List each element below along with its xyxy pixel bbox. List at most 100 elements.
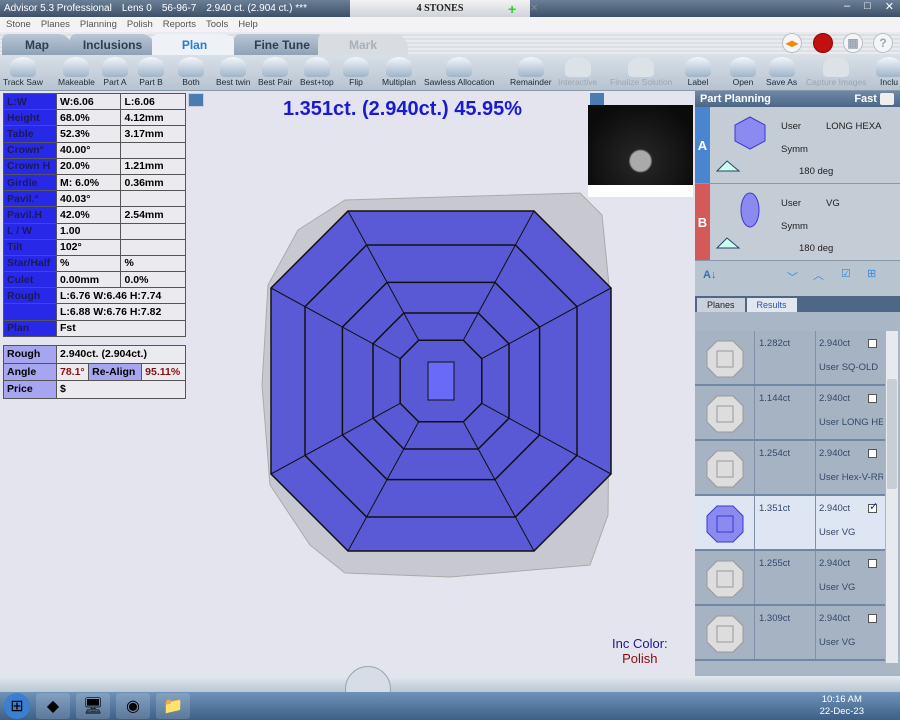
record-icon[interactable]	[813, 33, 833, 53]
stone-3d-view[interactable]	[250, 185, 620, 585]
close-tab-icon[interactable]: ✕	[530, 3, 538, 14]
clock[interactable]: 10:16 AM 22-Dec-23	[820, 694, 864, 718]
tab-plan[interactable]: Plan	[152, 34, 237, 55]
result-row[interactable]: 1.254ct 2.940ct User Hex-V-RR	[695, 441, 885, 496]
result-checkbox[interactable]	[868, 394, 877, 403]
tool-sawless-allocation[interactable]: Sawless Allocation	[424, 57, 494, 87]
advisor-taskbar-icon[interactable]: ◆	[36, 693, 70, 719]
swap-icon[interactable]: ◂▸	[782, 33, 802, 53]
spec-value-2: 3.17mm	[120, 125, 186, 143]
tab-results[interactable]: Results	[746, 298, 797, 312]
tool-multiplan[interactable]: Multiplan	[382, 57, 416, 87]
tool-best-top[interactable]: Best+top	[300, 57, 334, 87]
realign-button[interactable]: Re-Align	[88, 362, 143, 381]
result-checkbox[interactable]	[868, 614, 877, 623]
tool-icon	[138, 57, 164, 77]
result-checkbox[interactable]	[868, 559, 877, 568]
tool-flip[interactable]: Flip	[343, 57, 369, 87]
grid-view-icon[interactable]: ⊞	[867, 267, 876, 280]
tab-map[interactable]: Map	[2, 34, 72, 55]
result-row[interactable]: 1.351ct 2.940ct ✓ User VG	[695, 496, 885, 551]
chevron-down-icon[interactable]: ﹀	[787, 269, 798, 285]
part-a[interactable]: A User LONG HEXA Symm 180 deg	[695, 107, 900, 184]
spec-value: 102°	[55, 238, 122, 256]
tool-icon	[386, 57, 413, 77]
tab-planes[interactable]: Planes	[697, 298, 745, 312]
inc-color: Inc Color: Polish	[612, 636, 668, 666]
spec-value-2	[120, 190, 186, 208]
tool-inclu[interactable]: Inclu	[876, 57, 900, 87]
chevron-up-icon[interactable]: ︿	[813, 267, 824, 283]
start-button[interactable]: ⊞	[4, 693, 30, 719]
result-row[interactable]: 1.282ct 2.940ct User SQ-OLD	[695, 331, 885, 386]
tool-best-twin[interactable]: Best twin	[216, 57, 251, 87]
tool-part-b[interactable]: Part B	[138, 57, 164, 87]
spec-label: Crown H	[3, 157, 57, 175]
tool-makeable[interactable]: Makeable	[58, 57, 95, 87]
tool-label: Part B	[139, 77, 163, 87]
add-tab-icon[interactable]: +	[508, 1, 516, 17]
explorer-taskbar-icon[interactable]: 📁	[156, 693, 190, 719]
preview-expand-icon[interactable]	[590, 93, 604, 105]
tool-capture-images[interactable]: Capture Images	[806, 57, 866, 87]
part-user: User	[781, 198, 802, 209]
tab-mark[interactable]: Mark	[318, 34, 408, 55]
spec-value: 68.0%	[55, 109, 122, 127]
menu-polish[interactable]: Polish	[127, 19, 153, 30]
tool-finalize-solution[interactable]: Finalize Solution	[610, 57, 672, 87]
spec-row: Pavil.H 42.0% 2.54mm	[3, 206, 186, 224]
tool-label[interactable]: Label	[685, 57, 711, 87]
tool-remainder[interactable]: Remainder	[510, 57, 552, 87]
help-icon[interactable]: ?	[873, 33, 893, 53]
spec-value: %	[55, 254, 122, 273]
spec-row: Height 68.0% 4.12mm	[3, 109, 186, 127]
tool-save-as[interactable]: Save As	[766, 57, 797, 87]
chrome-taskbar-icon[interactable]: ◉	[116, 693, 150, 719]
price-label: Price	[3, 380, 57, 399]
network-taskbar-icon[interactable]: 🖥	[76, 693, 110, 719]
result-checkbox[interactable]	[868, 339, 877, 348]
menu-help[interactable]: Help	[238, 19, 258, 30]
tool-best-pair[interactable]: Best Pair	[258, 57, 293, 87]
minimize-button[interactable]: –	[844, 0, 850, 13]
tool-icon	[63, 57, 90, 77]
result-rough: 2.940ct	[819, 503, 851, 514]
sort-az-icon[interactable]: A↓	[703, 269, 716, 281]
menu-planning[interactable]: Planning	[80, 19, 117, 30]
part-b[interactable]: B User VG Symm 180 deg	[695, 184, 900, 261]
tool-open[interactable]: Open	[730, 57, 756, 87]
result-row[interactable]: 1.255ct 2.940ct User VG	[695, 551, 885, 606]
stone-weight: 2.940 ct. (2.904 ct.) ***	[206, 3, 307, 14]
tool-icon	[730, 57, 756, 77]
result-row[interactable]: 1.309ct 2.940ct User VG	[695, 606, 885, 661]
check-list-icon[interactable]: ☑	[841, 267, 851, 280]
spec-row: L:W W:6.06 L:6.06	[3, 92, 186, 111]
result-weight: 1.309ct	[755, 606, 816, 659]
result-checkbox[interactable]: ✓	[868, 501, 878, 513]
main-tabs: Map Inclusions Plan Fine Tune Mark	[0, 32, 900, 55]
tool-both[interactable]: Both	[178, 57, 204, 87]
document-tab[interactable]: 4 STONES	[350, 0, 530, 17]
spec-row: L / W 1.00	[3, 222, 186, 240]
spec-value-2	[120, 238, 186, 256]
result-row[interactable]: 1.144ct2.940ct User LONG HEXA	[695, 386, 885, 441]
result-checkbox[interactable]	[868, 449, 877, 458]
results-scrollbar[interactable]	[886, 331, 898, 663]
settings-icon[interactable]	[880, 93, 894, 106]
grid-icon[interactable]: ▦	[843, 33, 863, 53]
close-button[interactable]: ✕	[885, 0, 894, 13]
tool-label: Inclu	[880, 77, 898, 87]
menu-tools[interactable]: Tools	[206, 19, 228, 30]
menu-reports[interactable]: Reports	[163, 19, 196, 30]
spec-label	[3, 303, 57, 321]
tool-track-saw[interactable]: Track Saw	[3, 57, 43, 87]
tool-interactive[interactable]: Interactive	[558, 57, 597, 87]
tab-inclusions[interactable]: Inclusions	[70, 34, 155, 55]
menu-planes[interactable]: Planes	[41, 19, 70, 30]
result-weight: 1.144ct	[755, 386, 816, 439]
maximize-button[interactable]: □	[864, 0, 871, 13]
expand-icon[interactable]	[188, 93, 204, 107]
menu-stone[interactable]: Stone	[6, 19, 31, 30]
tool-part-a[interactable]: Part A	[102, 57, 128, 87]
tab-fine-tune[interactable]: Fine Tune	[234, 34, 330, 55]
